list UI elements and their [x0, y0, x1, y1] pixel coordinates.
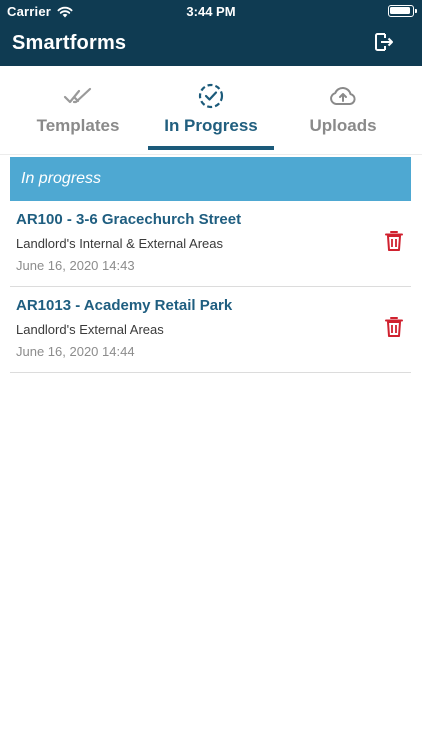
form-subtitle: Landlord's Internal & External Areas [16, 236, 223, 251]
row-separator [10, 372, 411, 373]
tab-uploads-label: Uploads [309, 116, 377, 135]
double-check-icon [63, 87, 92, 104]
app-title: Smartforms [12, 32, 127, 54]
battery-icon [388, 5, 417, 17]
trash-icon[interactable] [385, 316, 403, 338]
tab-in-progress-label: In Progress [164, 116, 258, 135]
section-title: In progress [21, 170, 102, 187]
form-title: AR1013 - Academy Retail Park [16, 297, 233, 314]
divider [0, 154, 422, 155]
form-date: June 16, 2020 14:44 [16, 344, 135, 359]
tab-templates-label: Templates [36, 116, 120, 135]
dashed-circle-check-icon [198, 83, 224, 109]
status-time: 3:44 PM [186, 4, 236, 19]
cloud-upload-icon [330, 86, 356, 105]
list-item[interactable]: AR1013 - Academy Retail Park Landlord's … [10, 287, 411, 373]
tab-uploads[interactable]: Uploads [273, 66, 413, 154]
form-date: June 16, 2020 14:43 [16, 258, 135, 273]
form-subtitle: Landlord's External Areas [16, 322, 164, 337]
tab-templates[interactable]: Templates [8, 66, 148, 154]
tab-bar: Templates In Progress Uploads [0, 66, 422, 154]
section-header: In progress [10, 157, 411, 201]
status-bar: Carrier 3:44 PM [0, 0, 422, 22]
tab-in-progress[interactable]: In Progress [141, 66, 281, 154]
app-header: Carrier 3:44 PM Smartforms [0, 0, 422, 66]
list-item[interactable]: AR100 - 3-6 Gracechurch Street Landlord'… [10, 201, 411, 287]
active-tab-indicator [148, 146, 274, 150]
logout-icon[interactable] [373, 31, 395, 53]
form-title: AR100 - 3-6 Gracechurch Street [16, 211, 242, 228]
trash-icon[interactable] [385, 230, 403, 252]
